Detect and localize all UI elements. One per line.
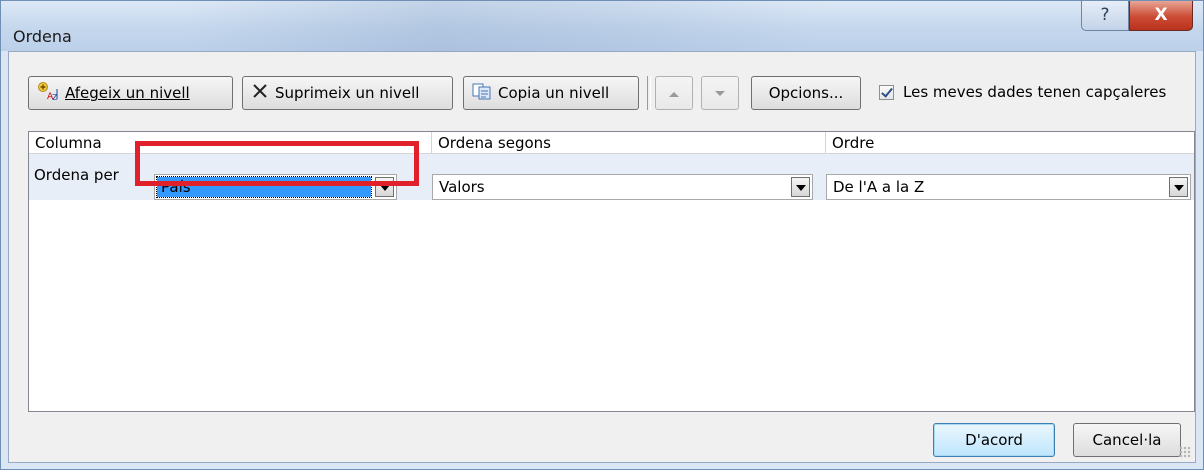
headers-checkbox-label: Les meves dades tenen capçaleres [903,83,1167,101]
delete-x-icon [251,82,269,104]
move-down-button[interactable] [701,76,739,110]
dialog-body: A Z Afegeix un nivell Suprimeix un nivel… [8,51,1196,463]
options-button[interactable]: Opcions... [751,76,861,110]
sort-on-header: Ordena segons [432,132,826,154]
order-combo-value: De l'A a la Z [833,178,925,196]
copy-level-button[interactable]: Copia un nivell [463,76,639,110]
up-arrow-icon [668,84,680,102]
chevron-down-icon[interactable] [1169,177,1188,197]
sort-dialog: Ordena ? X A Z Afegeix un nivell Suprime… [0,0,1204,470]
copy-icon [472,82,492,104]
order-header: Ordre [826,132,1194,154]
headers-checkbox[interactable] [879,84,894,100]
sort-on-combo-value: Valors [439,178,485,196]
add-level-button[interactable]: A Z Afegeix un nivell [28,76,233,110]
sort-on-combo[interactable]: Valors [432,174,813,200]
help-button[interactable]: ? [1081,1,1129,31]
ok-button[interactable]: D'acord [933,423,1055,457]
delete-level-label: Suprimeix un nivell [275,84,420,102]
row-label: Ordena per [34,166,119,184]
move-up-button[interactable] [655,76,693,110]
resize-grip[interactable] [1179,446,1191,458]
close-button[interactable]: X [1129,1,1193,31]
add-level-icon: A Z [37,81,59,105]
toolbar-separator [647,76,651,110]
order-combo[interactable]: De l'A a la Z [826,174,1191,200]
cancel-button[interactable]: Cancel·la [1073,423,1181,457]
dialog-title: Ordena [13,27,72,46]
copy-level-label: Copia un nivell [498,84,610,102]
annotation-highlight-box [135,141,419,186]
add-level-label: Afegeix un nivell [65,84,190,102]
title-bar[interactable]: Ordena ? X [1,1,1203,51]
background-ghost [181,1,821,51]
options-label: Opcions... [768,84,844,102]
delete-level-button[interactable]: Suprimeix un nivell [242,76,453,110]
headers-checkbox-row[interactable]: Les meves dades tenen capçaleres [879,83,1166,101]
chevron-down-icon[interactable] [791,177,810,197]
down-arrow-icon [714,84,726,102]
